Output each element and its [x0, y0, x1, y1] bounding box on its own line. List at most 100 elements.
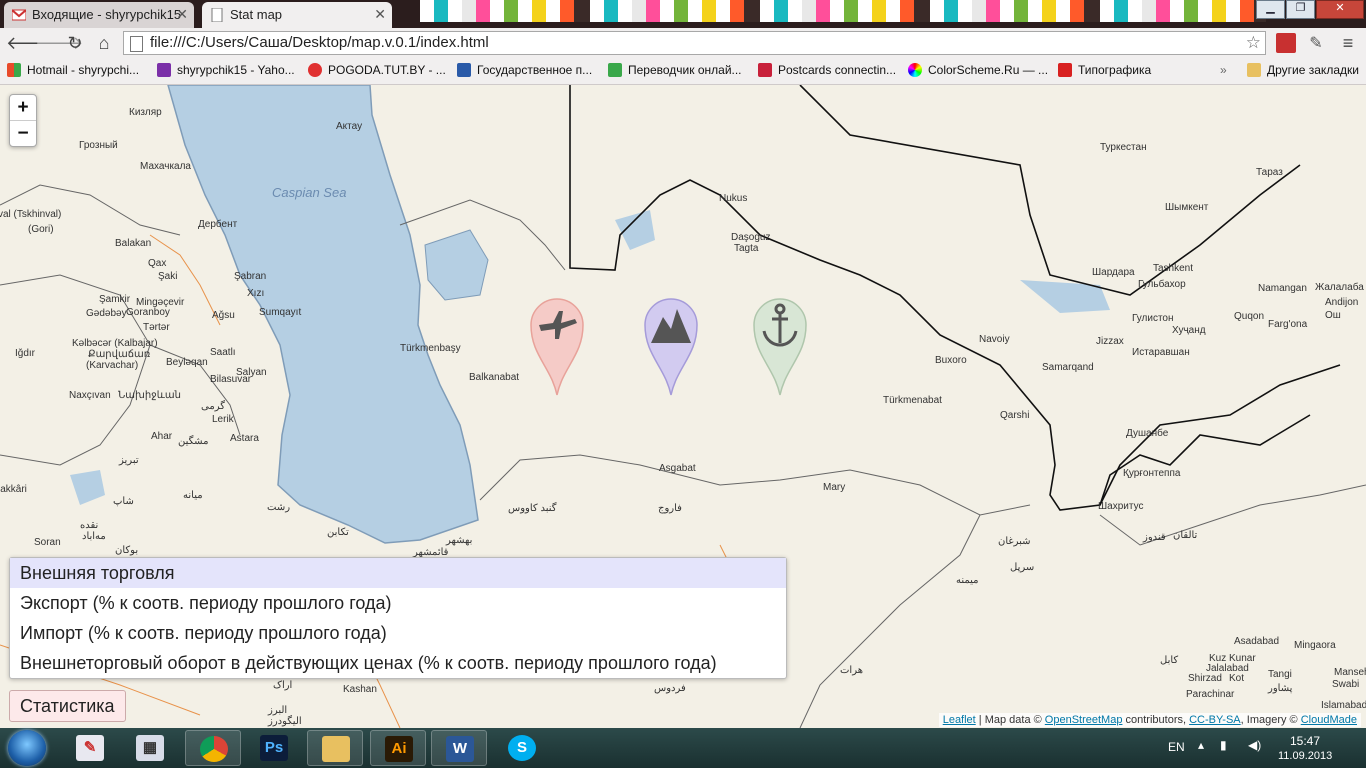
- home-icon[interactable]: ⌂: [93, 32, 115, 54]
- bookmark-item[interactable]: Переводчик онлай...: [608, 63, 742, 77]
- city-label: بهشهر: [446, 535, 473, 546]
- city-label: Քարվաճառ: [88, 349, 151, 360]
- statistics-button[interactable]: Статистика: [9, 690, 126, 722]
- bookmark-item[interactable]: Hotmail - shyrypchi...: [7, 63, 139, 77]
- city-label: هرات: [840, 665, 863, 676]
- zoom-in-button[interactable]: +: [10, 95, 36, 120]
- close-tab-icon[interactable]: ✕: [374, 6, 386, 23]
- menu-item-import[interactable]: Импорт (% к соотв. периоду прошлого года…: [10, 618, 786, 648]
- city-label: Bilasuvar: [210, 374, 252, 385]
- network-icon[interactable]: ▮: [1220, 738, 1227, 752]
- osm-link[interactable]: OpenStreetMap: [1045, 714, 1123, 726]
- anchor-marker[interactable]: [752, 297, 808, 397]
- cloudmade-link[interactable]: CloudMade: [1301, 714, 1357, 726]
- clock-date[interactable]: 11.09.2013: [1278, 750, 1332, 762]
- bookmarks-overflow-button[interactable]: »: [1220, 63, 1227, 77]
- extension-icon[interactable]: [1276, 33, 1296, 53]
- menu-icon[interactable]: ≡: [1338, 33, 1358, 53]
- leaflet-link[interactable]: Leaflet: [943, 714, 976, 726]
- city-label: Asgabat: [659, 463, 696, 474]
- zoom-out-button[interactable]: −: [10, 120, 36, 146]
- language-indicator[interactable]: EN: [1168, 740, 1185, 754]
- maximize-button[interactable]: ❐: [1286, 0, 1315, 19]
- city-label: Kot: [1229, 673, 1245, 684]
- city-label: البرز: [268, 705, 288, 716]
- city-label: Гулистон: [1132, 313, 1174, 324]
- reload-icon[interactable]: ↻: [64, 32, 86, 54]
- city-label: Кизляр: [129, 107, 162, 118]
- bookmark-item[interactable]: Типографика: [1058, 63, 1151, 77]
- city-label: Тараз: [1256, 167, 1283, 178]
- menu-header[interactable]: Внешняя торговля: [10, 558, 786, 588]
- tab-title: Stat map: [230, 7, 283, 22]
- browser-toolbar: 🡐 🡒 ↻ ⌂ file:///C:/Users/Саша/Desktop/ma…: [0, 28, 1366, 58]
- city-label: قندوز: [1143, 532, 1166, 543]
- taskbar-calculator[interactable]: ▦: [122, 730, 178, 766]
- city-label: Soran: [34, 537, 61, 548]
- city-label: Şaki: [158, 271, 178, 282]
- mountain-marker[interactable]: [643, 297, 699, 397]
- city-label: سرپل: [1010, 562, 1035, 573]
- show-hidden-icons-icon[interactable]: ▴: [1198, 738, 1204, 752]
- page-icon: [130, 36, 143, 52]
- taskbar-chrome[interactable]: [185, 730, 241, 766]
- city-label: رشت: [267, 502, 291, 513]
- color-wheel-icon: [908, 63, 922, 77]
- other-bookmarks-folder[interactable]: Другие закладки: [1247, 63, 1359, 77]
- taskbar-illustrator[interactable]: Ai: [370, 730, 426, 766]
- city-label: شاپ: [113, 496, 134, 507]
- bookmark-star-icon[interactable]: ☆: [1246, 32, 1261, 54]
- taskbar-explorer[interactable]: [307, 730, 363, 766]
- airplane-marker[interactable]: [529, 297, 585, 397]
- license-link[interactable]: CC-BY-SA: [1189, 714, 1241, 726]
- close-window-button[interactable]: ✕: [1316, 0, 1364, 19]
- menu-item-export[interactable]: Экспорт (% к соотв. периоду прошлого год…: [10, 588, 786, 618]
- start-button[interactable]: [8, 730, 46, 766]
- bookmark-item[interactable]: Postcards connectin...: [758, 63, 896, 77]
- city-label: Истаравшан: [1132, 347, 1190, 358]
- minimize-button[interactable]: ▁: [1256, 0, 1285, 19]
- tab-gmail[interactable]: Входящие - shyrypchik15 ✕: [4, 2, 194, 28]
- city-label: Gədəbəy: [86, 308, 127, 319]
- emblem-icon: [457, 63, 471, 77]
- forward-icon[interactable]: 🡒: [35, 32, 83, 54]
- taskbar-word[interactable]: W: [431, 730, 487, 766]
- map-view[interactable]: Caspian Sea Кизляр Актау Грозный Махачкала v…: [0, 85, 1366, 728]
- windows-taskbar: ✎ ▦ Ps Ai W S EN ▴ ▮ ◀) 15:47 11.09.2013: [0, 728, 1366, 768]
- city-label: Tagta: [734, 243, 759, 254]
- city-label: Parachinar: [1186, 689, 1235, 700]
- city-label: Kashan: [343, 684, 377, 695]
- tab-stat-map[interactable]: Stat map ✕: [202, 2, 392, 28]
- illustrator-icon: Ai: [385, 736, 413, 762]
- bookmark-item[interactable]: shyrypchik15 - Yaho...: [157, 63, 295, 77]
- postcrossing-icon: [758, 63, 772, 77]
- bookmark-item[interactable]: POGODA.TUT.BY - ...: [308, 63, 446, 77]
- bookmark-item[interactable]: Государственное п...: [457, 63, 592, 77]
- city-label: Актау: [336, 121, 363, 132]
- back-icon[interactable]: 🡐: [6, 32, 54, 54]
- calculator-icon: ▦: [136, 735, 164, 761]
- bookmark-item[interactable]: ColorScheme.Ru — ...: [908, 63, 1048, 77]
- taskbar-skype[interactable]: S: [494, 730, 550, 766]
- tab-title: Входящие - shyrypchik15: [32, 7, 182, 22]
- close-tab-icon[interactable]: ✕: [176, 6, 188, 23]
- taskbar-photoshop[interactable]: Ps: [246, 730, 302, 766]
- clock-time[interactable]: 15:47: [1290, 734, 1320, 748]
- city-label: اراک: [273, 680, 293, 691]
- city-label: Mansehra: [1334, 667, 1366, 678]
- volume-icon[interactable]: ◀): [1248, 738, 1261, 752]
- city-label: Farg'ona: [1268, 319, 1308, 330]
- zoom-control: + −: [9, 94, 37, 147]
- menu-item-turnover[interactable]: Внешнеторговый оборот в действующих цена…: [10, 648, 786, 678]
- city-label: Туркестан: [1100, 142, 1147, 153]
- city-label: گنبد کاووس: [508, 503, 557, 514]
- pen-icon[interactable]: ✎: [1306, 33, 1326, 53]
- bookmarks-bar: Hotmail - shyrypchi... shyrypchik15 - Ya…: [0, 58, 1366, 85]
- typography-icon: [1058, 63, 1072, 77]
- city-label: فاروج: [658, 503, 682, 514]
- address-bar[interactable]: file:///C:/Users/Саша/Desktop/map.v.0.1/…: [123, 31, 1266, 55]
- taskbar-paint[interactable]: ✎: [62, 730, 118, 766]
- url-text: file:///C:/Users/Саша/Desktop/map.v.0.1/…: [150, 34, 489, 51]
- paint-icon: ✎: [76, 735, 104, 761]
- city-label: Mary: [823, 482, 846, 493]
